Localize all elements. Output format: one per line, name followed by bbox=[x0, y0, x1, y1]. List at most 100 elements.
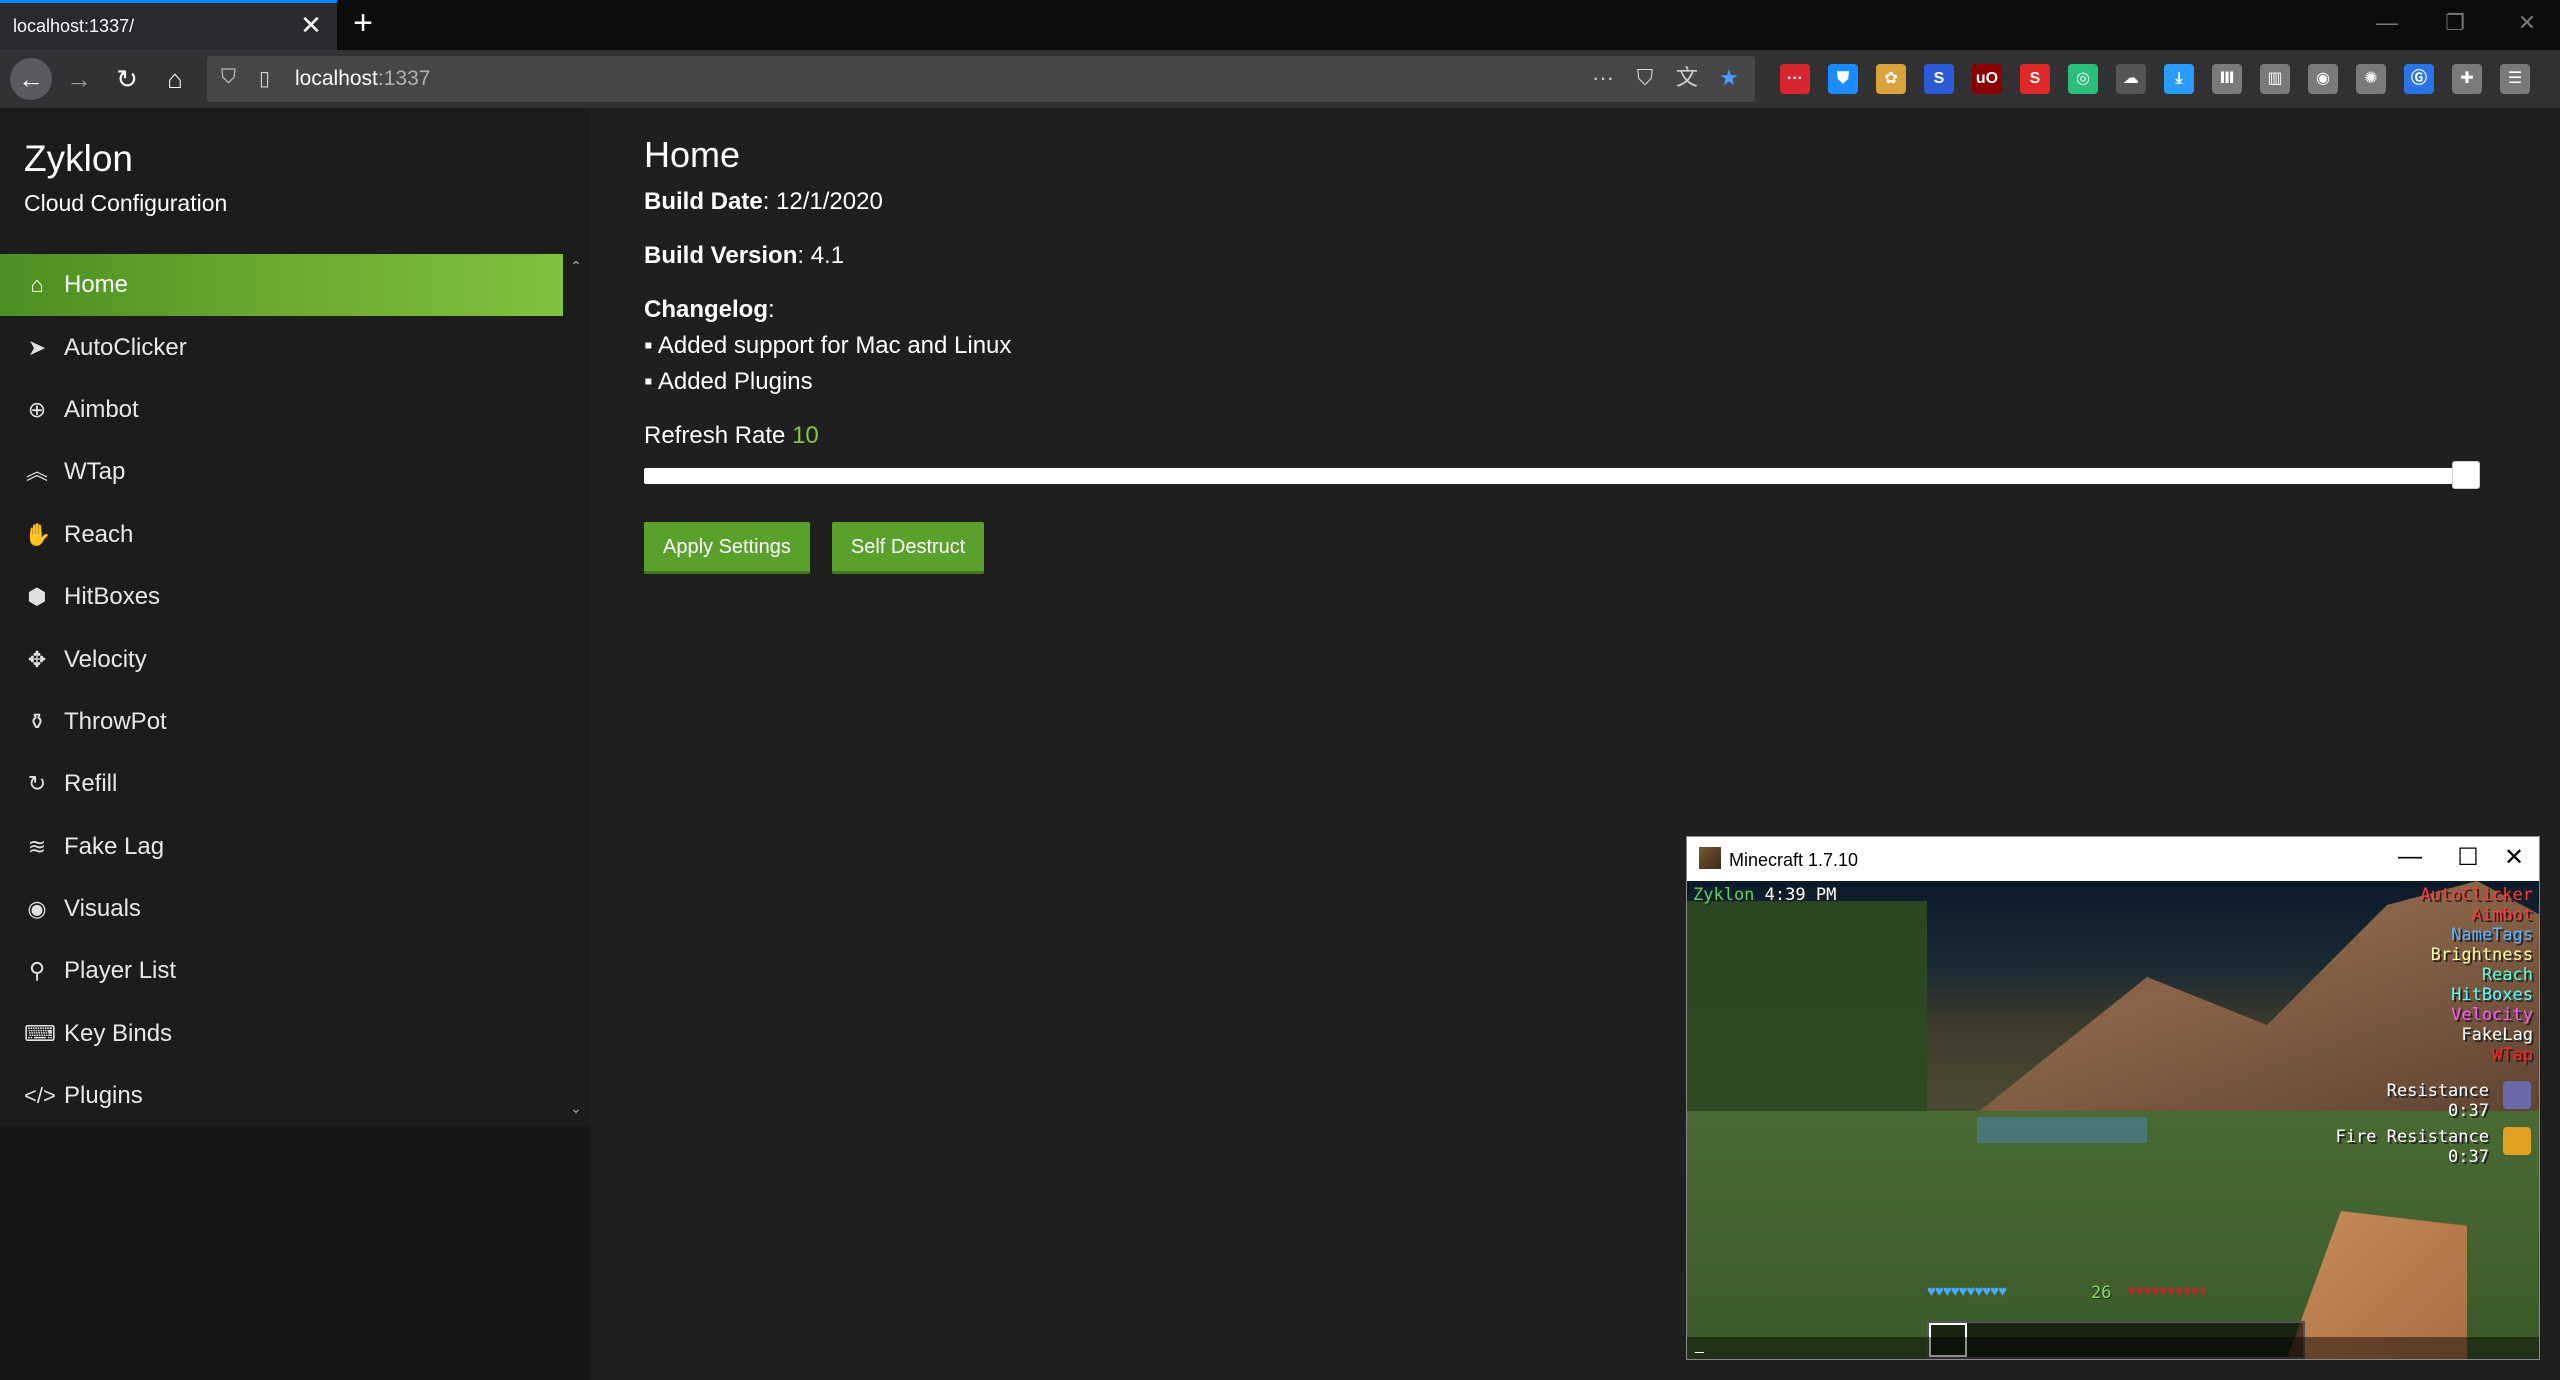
back-arrow-icon[interactable]: ← bbox=[10, 58, 52, 100]
refresh-rate-slider[interactable] bbox=[644, 461, 2480, 489]
ext-dots-icon[interactable]: ··· bbox=[1780, 64, 1810, 94]
bookmark-star-icon[interactable]: ★ bbox=[1715, 64, 1743, 92]
brand-subtitle: Cloud Configuration bbox=[24, 190, 228, 216]
reload-icon[interactable]: ↻ bbox=[110, 62, 144, 96]
mc-maximize-icon[interactable]: ☐ bbox=[2453, 843, 2483, 872]
sidebar-item-label: ThrowPot bbox=[64, 707, 167, 735]
library-icon[interactable]: Ⅲ bbox=[2212, 64, 2242, 94]
sidebar: Zyklon Cloud Configuration ⌂ Home ➤ AutoCli… bbox=[0, 108, 590, 1380]
forward-arrow-icon[interactable]: → bbox=[62, 62, 96, 96]
sidebar-item-player-list[interactable]: ⚲ Player List bbox=[0, 940, 563, 1002]
sidebar-item-label: Reach bbox=[64, 520, 134, 548]
sidebar-item-throwpot[interactable]: ⚱ ThrowPot bbox=[0, 691, 563, 753]
sidebar-item-aimbot[interactable]: ⊕ Aimbot bbox=[0, 379, 563, 441]
build-version: Build Version: 4.1 bbox=[644, 242, 2484, 270]
apply-settings-button[interactable]: Apply Settings bbox=[644, 522, 810, 574]
ext-ublock-icon[interactable]: uO bbox=[1972, 64, 2002, 94]
sidebar-item-reach[interactable]: ✋ Reach bbox=[0, 504, 563, 566]
build-date-value: : 12/1/2020 bbox=[762, 188, 883, 215]
effect-name: Resistance bbox=[2386, 1081, 2489, 1101]
minecraft-game-view[interactable]: Zyklon 4:39 PM AutoClicker Aimbot NameTags… bbox=[1687, 881, 2539, 1359]
sidebar-icon[interactable]: ▥ bbox=[2260, 64, 2290, 94]
fire-resistance-effect-icon bbox=[2503, 1127, 2531, 1155]
sidebar-item-label: WTap bbox=[64, 458, 126, 486]
hud-module-reach: Reach bbox=[2481, 965, 2533, 985]
minimize-icon[interactable]: — bbox=[2372, 10, 2402, 36]
refresh-rate-value: 10 bbox=[792, 422, 819, 449]
tracking-shield-icon[interactable]: ⛉ bbox=[221, 66, 236, 89]
tab-bar: localhost:1337/ ✕ + — ❐ ✕ bbox=[0, 0, 2560, 50]
page-info-icon[interactable]: ▯ bbox=[259, 66, 270, 91]
minecraft-titlebar[interactable]: Minecraft 1.7.10 — ☐ ✕ bbox=[1687, 837, 2539, 881]
tab-title: localhost:1337/ bbox=[13, 16, 135, 36]
mc-close-icon[interactable]: ✕ bbox=[2499, 843, 2529, 872]
sidebar-item-visuals[interactable]: ◉ Visuals bbox=[0, 878, 563, 940]
hud-brand: Zyklon bbox=[1693, 885, 1755, 905]
keyboard-icon: ⌨ bbox=[24, 1020, 56, 1046]
ext-sync-icon[interactable]: ◎ bbox=[2068, 64, 2098, 94]
sidebar-item-label: HitBoxes bbox=[64, 583, 161, 611]
url-text[interactable]: localhost:1337 bbox=[295, 67, 430, 91]
close-window-icon[interactable]: ✕ bbox=[2512, 10, 2542, 36]
ext-s-circle-icon[interactable]: S bbox=[1924, 64, 1954, 94]
menu-icon[interactable]: ☰ bbox=[2500, 64, 2530, 94]
more-icon[interactable]: ··· bbox=[1589, 64, 1617, 92]
translate-ext-icon[interactable]: Ⓖ bbox=[2404, 64, 2434, 94]
browser-tab[interactable]: localhost:1337/ ✕ bbox=[0, 0, 337, 50]
url-bar[interactable]: ⛉ ▯ localhost:1337 ··· ⛉ 文 ★ bbox=[207, 56, 1755, 102]
build-version-value: : 4.1 bbox=[797, 242, 845, 269]
minecraft-window[interactable]: Minecraft 1.7.10 — ☐ ✕ Zyklon 4:39 PM Au… bbox=[1686, 836, 2540, 1360]
self-destruct-button[interactable]: Self Destruct bbox=[831, 522, 985, 574]
ext-ghost-icon[interactable]: ☁ bbox=[2116, 64, 2146, 94]
cube-icon: ⬢ bbox=[27, 584, 47, 610]
sidebar-item-wtap[interactable]: ︽ WTap bbox=[0, 441, 563, 503]
sidebar-item-plugins[interactable]: </> Plugins bbox=[0, 1065, 563, 1127]
build-date: Build Date: 12/1/2020 bbox=[644, 188, 2484, 216]
extensions-icon[interactable]: ✚ bbox=[2452, 64, 2482, 94]
account-icon[interactable]: ◉ bbox=[2308, 64, 2338, 94]
sidebar-item-label: Refill bbox=[64, 770, 118, 798]
arrows-move-icon: ✥ bbox=[27, 646, 47, 672]
hud-effects: Resistance 0:37 Fire Resistance 0:37 bbox=[2335, 1081, 2489, 1173]
hud-brand-time: Zyklon 4:39 PM bbox=[1693, 885, 1836, 905]
cookie-icon[interactable]: ✺ bbox=[2356, 64, 2386, 94]
scroll-up-icon[interactable]: ⌃ bbox=[566, 258, 586, 275]
sidebar-item-label: Visuals bbox=[64, 895, 141, 923]
download-icon[interactable]: ⤓ bbox=[2164, 64, 2194, 94]
sidebar-item-home[interactable]: ⌂ Home bbox=[0, 254, 563, 317]
minecraft-logo-icon bbox=[1699, 847, 1721, 869]
ext-users-icon[interactable]: ✿ bbox=[1876, 64, 1906, 94]
sidebar-item-refill[interactable]: ↻ Refill bbox=[0, 753, 563, 815]
home-icon[interactable]: ⌂ bbox=[158, 62, 192, 96]
sidebar-item-hitboxes[interactable]: ⬢ HitBoxes bbox=[0, 566, 563, 628]
mc-minimize-icon[interactable]: — bbox=[2395, 843, 2425, 871]
sidebar-item-key-binds[interactable]: ⌨ Key Binds bbox=[0, 1003, 563, 1065]
sidebar-item-velocity[interactable]: ✥ Velocity bbox=[0, 628, 563, 690]
refresh-icon: ↻ bbox=[27, 771, 47, 797]
changelog-item: ▪ Added support for Mac and Linux bbox=[644, 332, 1012, 359]
translate-icon[interactable]: 文 bbox=[1673, 64, 1701, 92]
hud-module-brightness: Brightness bbox=[2430, 945, 2533, 965]
sidebar-item-autoclicker[interactable]: ➤ AutoClicker bbox=[0, 316, 563, 378]
potion-icon: ⚱ bbox=[27, 708, 47, 734]
sidebar-item-fake-lag[interactable]: ≋ Fake Lag bbox=[0, 816, 563, 878]
hud-module-wtap: WTap bbox=[2492, 1045, 2533, 1065]
scroll-down-icon[interactable]: ⌄ bbox=[566, 1100, 586, 1117]
new-tab-icon[interactable]: + bbox=[348, 6, 378, 40]
ext-bitwarden-icon[interactable]: ⛊ bbox=[1828, 64, 1858, 94]
crosshair-icon: ⊕ bbox=[27, 396, 47, 422]
cursor-icon: ➤ bbox=[27, 334, 47, 360]
changelog-label: Changelog bbox=[644, 296, 768, 323]
tab-close-icon[interactable]: ✕ bbox=[298, 12, 324, 38]
slider-thumb[interactable] bbox=[2452, 461, 2480, 489]
restore-icon[interactable]: ❐ bbox=[2440, 10, 2470, 36]
sidebar-item-label: Fake Lag bbox=[64, 832, 165, 860]
changelog-item: ▪ Added Plugins bbox=[644, 368, 813, 395]
url-port: :1337 bbox=[377, 67, 431, 90]
double-chevron-up-icon: ︽ bbox=[25, 459, 48, 485]
pocket-icon[interactable]: ⛉ bbox=[1631, 64, 1659, 92]
ext-s-red-icon[interactable]: S bbox=[2020, 64, 2050, 94]
hunger-bar: ♥♥♥♥♥♥♥♥♥♥ bbox=[2127, 1283, 2207, 1300]
hud-module-list: AutoClicker Aimbot NameTags Brightness Reach… bbox=[2420, 885, 2533, 1065]
chat-bar[interactable]: _ bbox=[1687, 1337, 2539, 1359]
